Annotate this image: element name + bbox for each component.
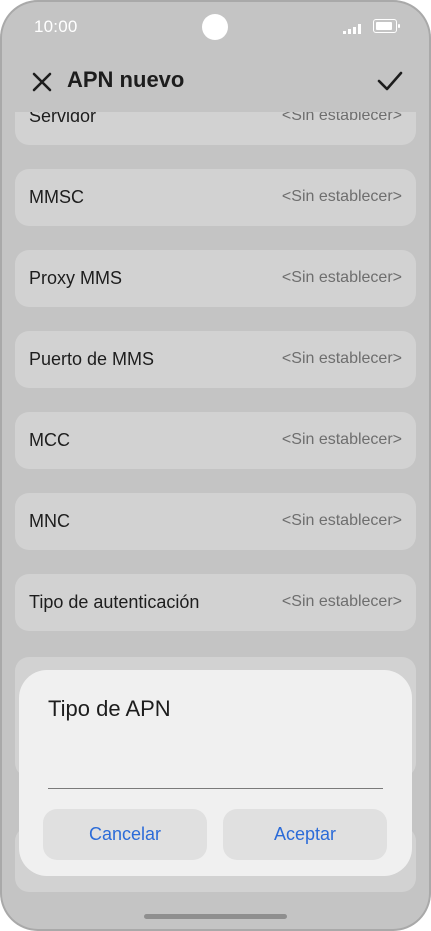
page-title: APN nuevo (67, 67, 185, 92)
apn-type-dialog: Tipo de APN Cancelar Aceptar (19, 670, 412, 876)
signal-icon (343, 22, 365, 34)
setting-row-proxy-mms[interactable]: Proxy MMS <Sin establecer> (15, 250, 416, 307)
setting-label: Servidor (29, 112, 97, 126)
setting-label: MNC (29, 511, 70, 531)
setting-row-mnc[interactable]: MNC <Sin establecer> (15, 493, 416, 550)
setting-value: <Sin establecer> (281, 350, 402, 367)
checkmark-icon[interactable] (375, 66, 405, 96)
setting-value: <Sin establecer> (281, 112, 402, 124)
setting-value: <Sin establecer> (281, 188, 402, 205)
setting-row-mcc[interactable]: MCC <Sin establecer> (15, 412, 416, 469)
setting-label: MMSC (29, 187, 84, 207)
home-indicator[interactable] (144, 914, 287, 919)
status-bar: 10:00 (0, 0, 431, 52)
setting-value: <Sin establecer> (281, 593, 402, 610)
setting-label: MCC (29, 430, 70, 450)
setting-row-mmsc[interactable]: MMSC <Sin establecer> (15, 169, 416, 226)
setting-value: <Sin establecer> (281, 512, 402, 529)
cancel-button[interactable]: Cancelar (43, 809, 207, 860)
setting-row-tipo-autenticacion[interactable]: Tipo de autenticación <Sin establecer> (15, 574, 416, 631)
setting-value: <Sin establecer> (281, 269, 402, 286)
battery-icon (373, 19, 400, 33)
accept-button[interactable]: Aceptar (223, 809, 387, 860)
setting-label: Tipo de autenticación (29, 592, 200, 612)
front-camera (202, 14, 228, 40)
setting-label: Puerto de MMS (29, 349, 155, 369)
apn-type-input[interactable] (48, 758, 383, 789)
setting-row-puerto-mms[interactable]: Puerto de MMS <Sin establecer> (15, 331, 416, 388)
close-icon[interactable] (28, 68, 56, 96)
setting-value: <Sin establecer> (281, 431, 402, 448)
dialog-title: Tipo de APN (48, 696, 171, 721)
phone-screen: 10:00 APN nuevo Servidor <Sin establecer… (0, 0, 431, 931)
setting-row-servidor[interactable]: Servidor <Sin establecer> (15, 112, 416, 145)
setting-label: Proxy MMS (29, 268, 123, 288)
status-time: 10:00 (34, 17, 78, 36)
app-header: APN nuevo (0, 52, 431, 112)
